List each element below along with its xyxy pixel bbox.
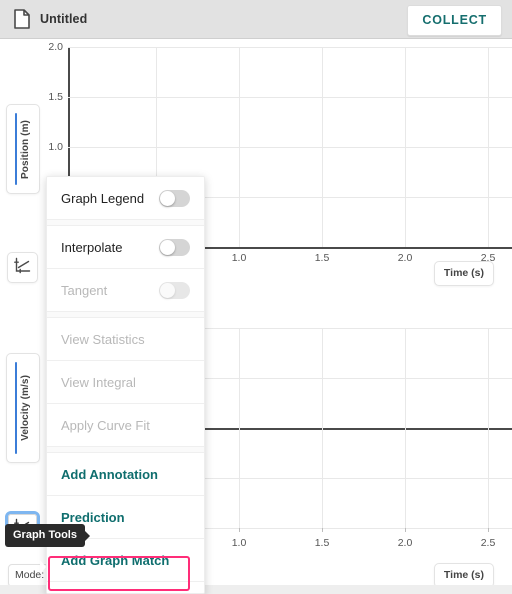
menu-item-view-integral: View Integral bbox=[47, 361, 204, 404]
gridline bbox=[488, 328, 489, 528]
menu-item-label: Add Graph Match bbox=[61, 552, 170, 568]
menu-item-label: Add Annotation bbox=[61, 466, 158, 482]
toggle-knob bbox=[160, 239, 175, 255]
graph-tools-icon bbox=[14, 257, 31, 279]
gridline bbox=[239, 328, 240, 528]
velocity-axis-button[interactable]: Velocity (m/s) bbox=[6, 353, 40, 463]
x-axis-tick-label: 1.0 bbox=[231, 252, 247, 264]
menu-item-label: Apply Curve Fit bbox=[61, 417, 150, 433]
x-axis-tick-label: 1.5 bbox=[314, 537, 330, 549]
left-sidebar: Position (m) Velocity (m/s) Mode: bbox=[0, 39, 52, 594]
graph-tools-button-position[interactable] bbox=[7, 252, 38, 283]
interpolate-toggle[interactable] bbox=[159, 238, 190, 256]
menu-item-graph-legend[interactable]: Graph Legend bbox=[47, 177, 204, 220]
x-axis-tick-label: 2.0 bbox=[397, 537, 413, 549]
position-graph-x-axis-button[interactable]: Time (s) bbox=[433, 261, 494, 286]
gridline bbox=[68, 47, 512, 48]
position-axis-label: Position (m) bbox=[20, 119, 31, 179]
app-header: Untitled COLLECT bbox=[0, 0, 512, 39]
gridline bbox=[405, 47, 406, 247]
toggle-knob bbox=[160, 282, 175, 298]
graph-legend-toggle[interactable] bbox=[159, 189, 190, 207]
menu-item-label: Tangent bbox=[61, 282, 108, 298]
menu-item-label: View Integral bbox=[61, 374, 136, 390]
collect-button[interactable]: COLLECT bbox=[407, 5, 502, 36]
menu-item-label: View Statistics bbox=[61, 331, 145, 347]
menu-item-view-statistics: View Statistics bbox=[47, 318, 204, 361]
position-series-color-swatch bbox=[15, 113, 17, 185]
menu-item-apply-curve-fit: Apply Curve Fit bbox=[47, 404, 204, 447]
graph-tools-tooltip: Graph Tools bbox=[5, 524, 85, 547]
position-axis-button[interactable]: Position (m) bbox=[6, 104, 40, 194]
x-axis-tick bbox=[239, 528, 240, 532]
x-axis-tick bbox=[405, 528, 406, 532]
body-area: 2.0 1.5 1.0 1.0 1.5 2.0 2.5 Time (s) 1.0… bbox=[0, 39, 512, 594]
velocity-graph-x-axis-button[interactable]: Time (s) bbox=[433, 563, 494, 588]
gridline bbox=[405, 328, 406, 528]
x-axis-tick-label: 2.0 bbox=[397, 252, 413, 264]
tangent-toggle bbox=[159, 281, 190, 299]
x-axis-tick-label: 1.0 bbox=[231, 537, 247, 549]
x-axis-tick-label: 2.5 bbox=[480, 537, 496, 549]
gridline bbox=[488, 47, 489, 247]
gridline bbox=[68, 97, 512, 98]
gridline bbox=[322, 328, 323, 528]
menu-caret-icon bbox=[40, 560, 46, 574]
document-icon bbox=[14, 9, 30, 29]
toggle-knob bbox=[160, 190, 175, 206]
menu-item-label: Interpolate bbox=[61, 239, 123, 255]
gridline bbox=[68, 147, 512, 148]
menu-item-label: Prediction bbox=[61, 509, 125, 525]
x-axis-tick-label: 1.5 bbox=[314, 252, 330, 264]
menu-item-edit-graph-options[interactable]: Edit Graph Options bbox=[47, 582, 204, 593]
document-title: Untitled bbox=[40, 12, 88, 26]
velocity-series-color-swatch bbox=[15, 362, 17, 454]
velocity-axis-label: Velocity (m/s) bbox=[20, 375, 31, 441]
menu-item-interpolate[interactable]: Interpolate bbox=[47, 226, 204, 269]
gridline bbox=[239, 47, 240, 247]
x-axis-tick bbox=[322, 528, 323, 532]
menu-item-tangent: Tangent bbox=[47, 269, 204, 312]
menu-item-label: Graph Legend bbox=[61, 190, 145, 206]
y-axis-tick-label: 1.0 bbox=[48, 141, 63, 153]
y-axis-tick-label: 2.0 bbox=[48, 41, 63, 53]
y-axis-tick-label: 1.5 bbox=[48, 91, 63, 103]
app-window: Untitled COLLECT 2.0 1.5 1.0 1.0 1.5 2.0… bbox=[0, 0, 512, 594]
x-axis-tick bbox=[488, 528, 489, 532]
menu-item-add-annotation[interactable]: Add Annotation bbox=[47, 453, 204, 496]
gridline bbox=[322, 47, 323, 247]
